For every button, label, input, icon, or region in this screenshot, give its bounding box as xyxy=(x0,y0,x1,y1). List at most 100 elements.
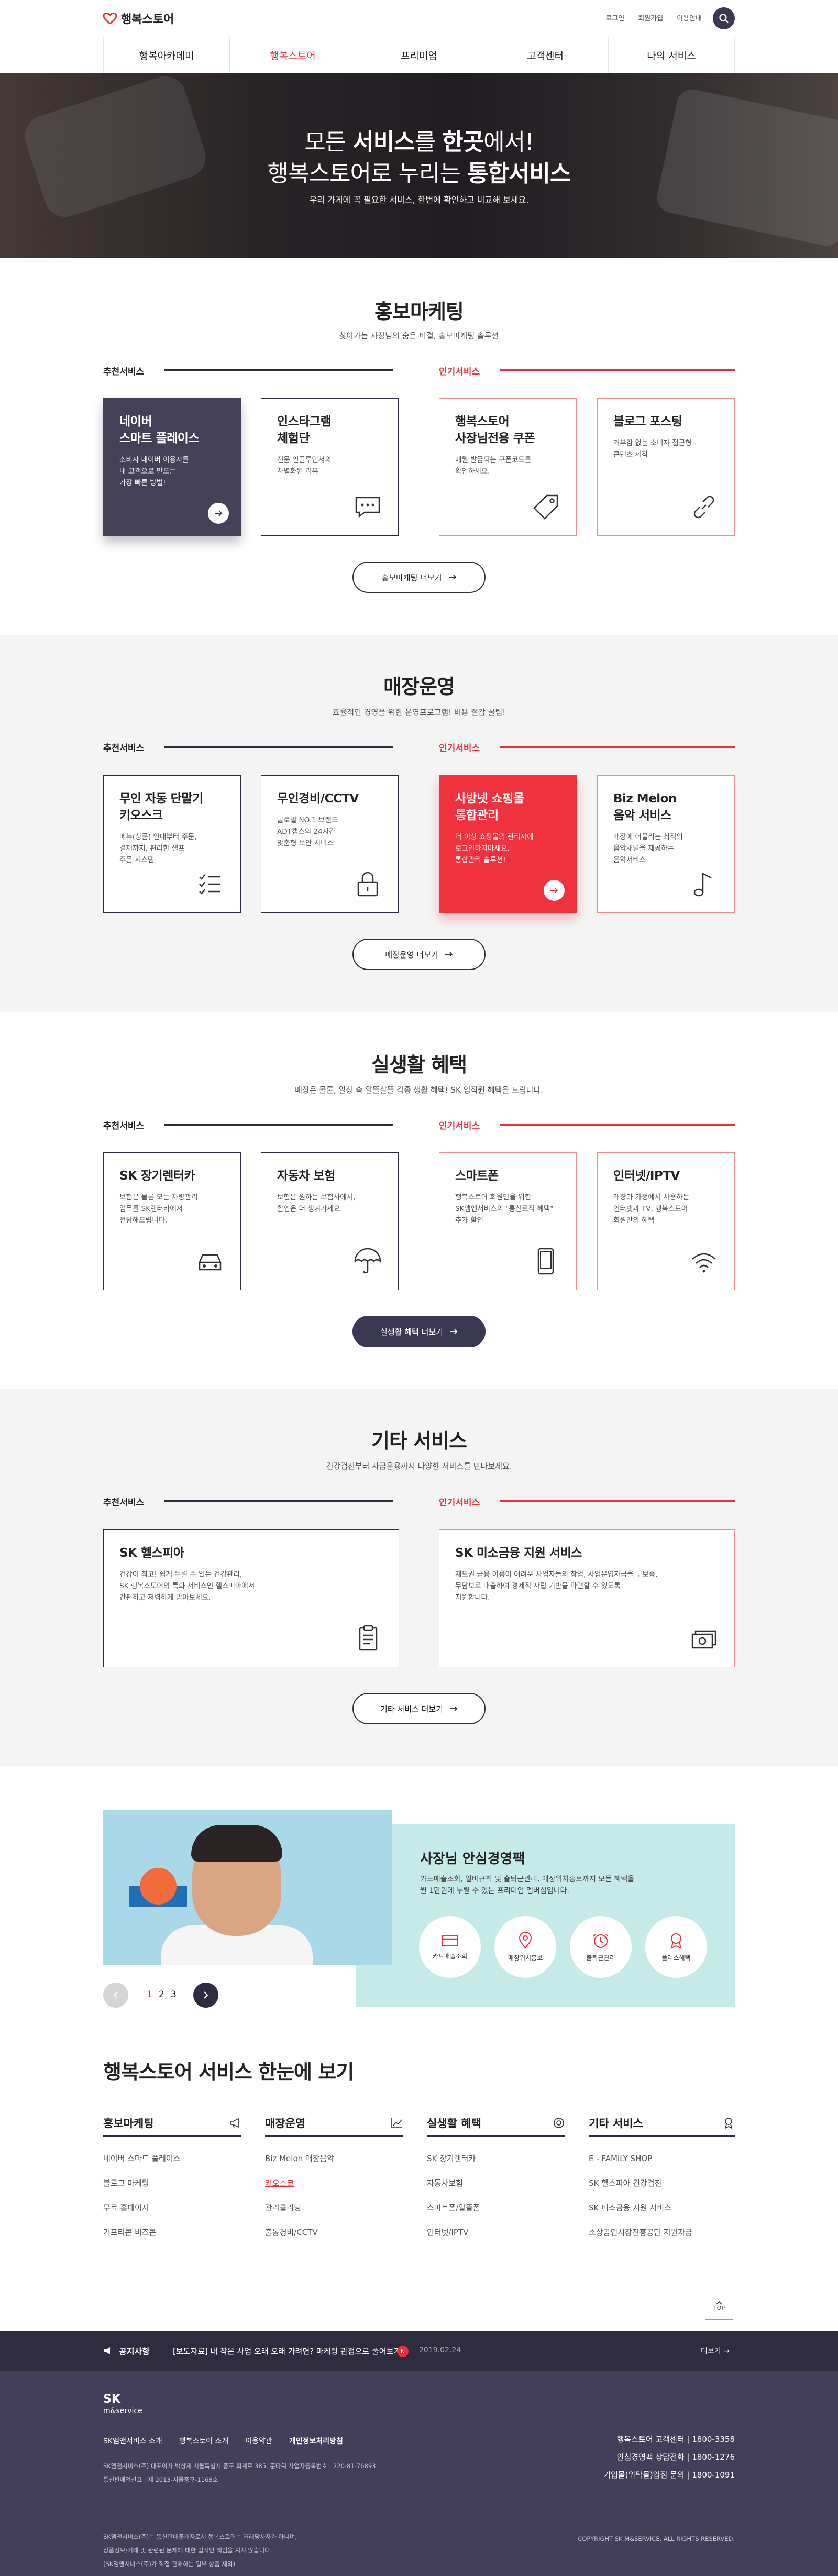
join-link[interactable]: 회원가입 xyxy=(638,13,663,23)
service-card-blog-posting[interactable]: 블로그 포스팅 거부감 없는 소비자 접근형 콘텐츠 제작 xyxy=(597,398,735,536)
overview-col-marketing: 홍보마케팅 네이버 스마트 플레이스 블로그 마케팅 무료 홈페이지 기프티콘 … xyxy=(103,2116,241,2245)
clipboard-icon xyxy=(359,1625,378,1651)
new-badge: N xyxy=(397,2346,409,2357)
banner-page-2[interactable]: 2 xyxy=(159,1989,164,2000)
life-benefit-more-button[interactable]: 실생활 혜택 더보기 xyxy=(352,1316,486,1347)
footer-link[interactable]: 행복스토어 소개 xyxy=(179,2436,229,2446)
overview-link[interactable]: 인터넷/IPTV xyxy=(427,2220,565,2245)
overview-link[interactable]: 기프티콘 비즈콘 xyxy=(103,2220,241,2245)
arrow-right-icon xyxy=(449,1329,458,1334)
footer-link[interactable]: SK엠앤서비스 소개 xyxy=(103,2436,162,2446)
hero-subtitle: 우리 가게에 꼭 필요한 서비스, 한번에 확인하고 비교해 보세요. xyxy=(309,195,529,205)
recommended-label: 추천서비스 xyxy=(103,1121,145,1131)
service-card-instagram[interactable]: 인스타그램 체험단 전문 인플루언서의 차별화된 리뷰 xyxy=(261,398,399,536)
service-card-coupon[interactable]: 행복스토어 사장님전용 쿠폰 매월 발급되는 쿠폰코드를 확인하세요. xyxy=(439,398,577,536)
guide-link[interactable]: 이용안내 xyxy=(677,13,702,23)
etc-service-more-button[interactable]: 기타 서비스 더보기 xyxy=(352,1693,486,1724)
clock-icon xyxy=(593,1933,609,1948)
service-card-rent-car[interactable]: SK 장기렌터카 보험은 물론 모든 차량관리 업무를 SK렌터카에서 전담해드… xyxy=(103,1152,241,1290)
section-title: 홍보마케팅 xyxy=(374,300,464,323)
service-card-kiosk[interactable]: 무인 자동 단말기 키오스크 메뉴(상품) 안내부터 주문, 결제까지, 편리한… xyxy=(103,775,241,913)
banner-item-plus-benefit[interactable]: 플러스혜택 xyxy=(645,1916,707,1978)
service-card-naver-smart-place[interactable]: 네이버 스마트 플레이스 소비자 네이버 이용자를 내 고객으로 만드는 가장 … xyxy=(103,398,241,536)
overview-link[interactable]: 키오스크 xyxy=(265,2171,403,2196)
notice-more-link[interactable]: 더보기 → xyxy=(701,2346,730,2356)
overview-link[interactable]: E - FAMILY SHOP xyxy=(589,2146,735,2171)
header: 행복스토어 로그인 회원가입 이용안내 xyxy=(0,0,838,37)
notice-text[interactable]: [보도자료] 내 작은 사업 오래 오래 가려면? 마케팅 관점으로 풀어보기 xyxy=(173,2346,401,2357)
chevron-right-icon xyxy=(204,1991,208,1999)
banner-prev-button[interactable] xyxy=(103,1983,128,2008)
banner-page-3[interactable]: 3 xyxy=(171,1989,177,2000)
notice-label: 공지사항 xyxy=(103,2344,150,2357)
banner-page-1[interactable]: 1 xyxy=(147,1989,152,2000)
login-link[interactable]: 로그인 xyxy=(605,13,624,23)
nav-item-support[interactable]: 고객센터 xyxy=(482,37,608,73)
scroll-top-button[interactable]: TOP xyxy=(705,2292,733,2320)
chevron-left-icon xyxy=(113,1991,118,1999)
service-card-microfinance[interactable]: SK 미소금융 지원 서비스 제도권 금융 이용이 어려운 사업자들의 창업, … xyxy=(439,1529,735,1667)
lock-icon xyxy=(357,872,378,897)
overview-link[interactable]: 출동경비/CCTV xyxy=(265,2220,403,2245)
overview-link[interactable]: 네이버 스마트 플레이스 xyxy=(103,2146,241,2171)
award-icon xyxy=(724,2117,733,2129)
service-card-car-insurance[interactable]: 자동차 보험 보험은 원하는 보험사에서, 할인은 더 챙겨가세요. xyxy=(261,1152,399,1290)
banner-title: 사장님 안심경영팩 xyxy=(420,1851,525,1867)
recommended-label: 추천서비스 xyxy=(103,1498,145,1508)
nav-item-premium[interactable]: 프리미엄 xyxy=(356,37,482,73)
banner-item-location-promo[interactable]: 매장위치홍보 xyxy=(494,1916,556,1978)
hero-title-line1: 모든 서비스를 한곳에서! xyxy=(304,129,534,156)
site-logo[interactable]: 행복스토어 xyxy=(103,10,174,26)
banner-item-card-sales[interactable]: 카드매출조회 xyxy=(419,1916,481,1978)
notice-date: 2019.02.24 xyxy=(419,2346,461,2354)
recommended-label: 추천서비스 xyxy=(103,743,145,754)
service-card-smartphone[interactable]: 스마트폰 행복스토어 회원만을 위한 SK엠앤서비스의 "통신료적 혜택" 추가… xyxy=(439,1152,577,1290)
overview-link[interactable]: 블로그 마케팅 xyxy=(103,2171,241,2196)
footer-links: SK엠앤서비스 소개 행복스토어 소개 이용약관 개인정보처리방침 xyxy=(103,2436,343,2446)
money-icon xyxy=(691,1630,716,1649)
tag-icon xyxy=(533,494,558,520)
speaker-icon xyxy=(104,2347,110,2354)
util-menu: 로그인 회원가입 이용안내 xyxy=(605,13,702,23)
store-operation-more-button[interactable]: 매장운영 더보기 xyxy=(352,939,486,970)
nav-item-store[interactable]: 행복스토어 xyxy=(229,37,356,73)
chevron-up-icon xyxy=(716,2300,722,2305)
footer-link[interactable]: 이용약관 xyxy=(245,2436,272,2446)
overview-col-store: 매장운영 Biz Melon 매장음악 키오스크 관리클리닝 출동경비/CCTV xyxy=(265,2116,403,2245)
page: 행복스토어 로그인 회원가입 이용안내 행복아카데미 행복스토어 프리미엄 고객… xyxy=(0,0,838,2576)
arrow-right-icon xyxy=(449,1706,458,1711)
nav-item-my-service[interactable]: 나의 서비스 xyxy=(608,37,735,73)
service-card-internet-iptv[interactable]: 인터넷/IPTV 매장과 가정에서 사용하는 인터넷과 TV, 행복스토어 회원… xyxy=(597,1152,735,1290)
site-logo-text: 행복스토어 xyxy=(121,13,174,26)
banner-next-button[interactable] xyxy=(193,1983,218,2008)
section-title: 기타 서비스 xyxy=(371,1429,467,1452)
banner-item-attendance[interactable]: 출퇴근관리 xyxy=(570,1916,632,1978)
overview-col-etc: 기타 서비스 E - FAMILY SHOP SK 헬스피아 건강검진 SK 미… xyxy=(589,2116,735,2245)
overview-title: 행복스토어 서비스 한눈에 보기 xyxy=(103,2061,354,2084)
service-card-healthpia[interactable]: SK 헬스피아 건강이 최고! 쉽게 누릴 수 있는 건강관리, SK 행복스토… xyxy=(103,1529,399,1667)
footer-logo: SK m&service xyxy=(103,2393,142,2415)
marketing-more-button[interactable]: 홍보마케팅 더보기 xyxy=(352,562,486,593)
overview-link[interactable]: Biz Melon 매장음악 xyxy=(265,2146,403,2171)
nav-item-academy[interactable]: 행복아카데미 xyxy=(103,37,229,73)
car-icon xyxy=(199,1254,222,1271)
popular-label: 인기서비스 xyxy=(439,743,480,754)
section-etc-service: 기타 서비스 건강검진부터 자금운용까지 다양한 서비스를 만나보세요. 추천서… xyxy=(0,1389,838,1766)
overview-link[interactable]: SK 미소금융 지원 서비스 xyxy=(589,2196,735,2220)
service-card-sabangnet[interactable]: 사방넷 쇼핑몰 통합관리 더 이상 쇼핑몰의 관리자에 로그인하지마세요. 통합… xyxy=(439,775,577,913)
overview-link[interactable]: 소상공인시장진흥공단 지원자금 xyxy=(589,2220,735,2245)
footer-link-privacy[interactable]: 개인정보처리방침 xyxy=(289,2436,343,2446)
service-card-biz-melon[interactable]: Biz Melon 음악 서비스 매장에 어울리는 최적의 음악채널을 제공하는… xyxy=(597,775,735,913)
credit-card-icon xyxy=(442,1934,458,1946)
company-info: SK엠앤서비스(주) 대표이사 박상재 서울특별시 중구 퇴계로 385, 준타… xyxy=(103,2462,376,2483)
overview-link[interactable]: 자동차보험 xyxy=(427,2171,565,2196)
service-card-security-cctv[interactable]: 무인경비/CCTV 글로벌 NO.1 브랜드 ADT캡스의 24시간 맞춤형 보… xyxy=(261,775,399,913)
overview-link[interactable]: 스마트폰/알뜰폰 xyxy=(427,2196,565,2220)
search-button[interactable] xyxy=(713,7,735,29)
overview-link[interactable]: 무료 홈페이지 xyxy=(103,2196,241,2220)
overview-link[interactable]: SK 헬스피아 건강검진 xyxy=(589,2171,735,2196)
section-description: 건강검진부터 자금운용까지 다양한 서비스를 만나보세요. xyxy=(326,1461,512,1471)
overview-link[interactable]: 관리클리닝 xyxy=(265,2196,403,2220)
arrow-right-icon xyxy=(544,880,565,901)
overview-link[interactable]: SK 장기렌터카 xyxy=(427,2146,565,2171)
